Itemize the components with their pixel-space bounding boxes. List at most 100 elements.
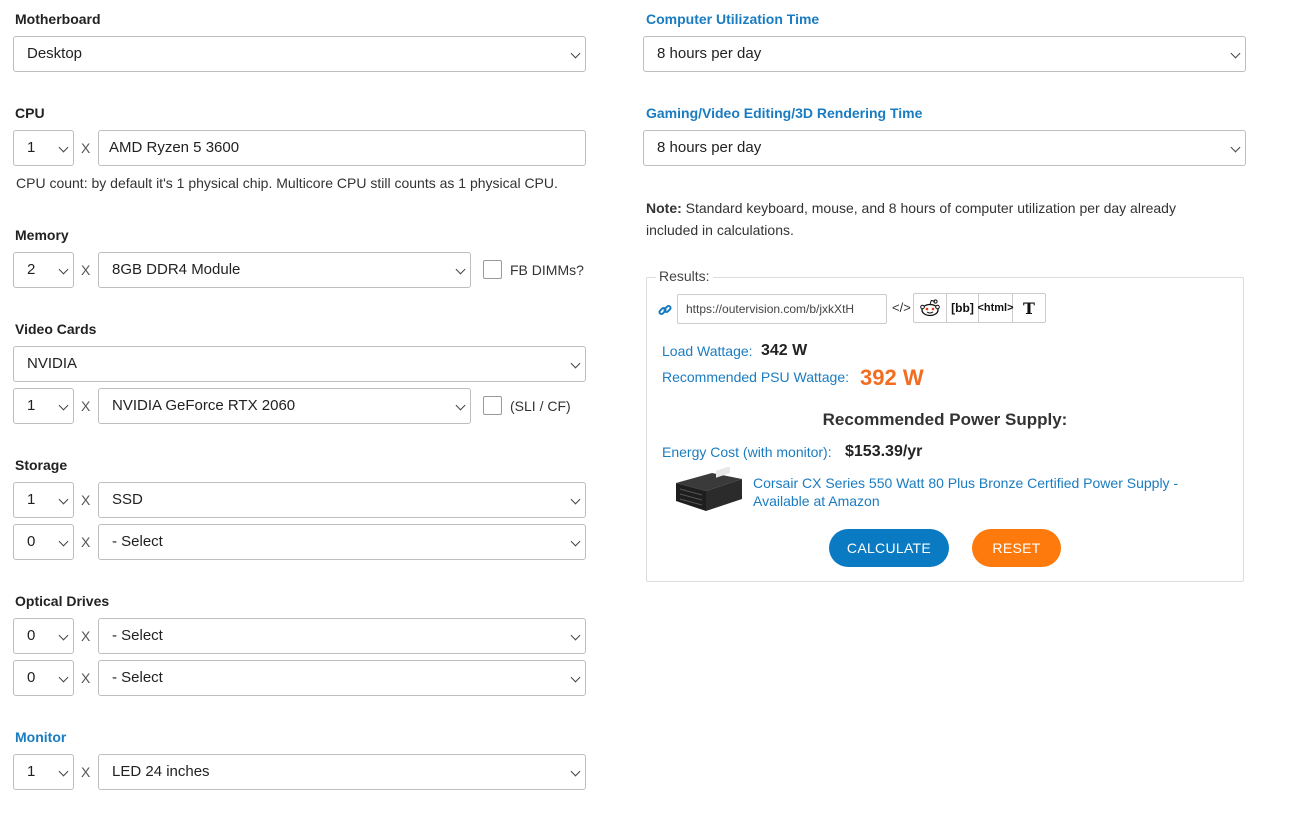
sli-checkbox[interactable] — [483, 396, 502, 415]
optical-value: - Select — [112, 669, 163, 686]
note-bold: Note: — [646, 200, 682, 216]
psu-wattage-label[interactable]: Recommended PSU Wattage: — [662, 369, 849, 385]
optical-select[interactable]: - Select — [98, 660, 586, 696]
chevron-down-icon — [58, 766, 69, 777]
chevron-down-icon — [570, 630, 581, 641]
power-supply-image[interactable] — [672, 466, 744, 518]
storage-value: SSD — [112, 491, 143, 508]
share-url-input[interactable]: https://outervision.com/b/jxkXtH — [677, 294, 887, 324]
results-legend: Results: — [656, 268, 713, 284]
note-line1: Standard keyboard, mouse, and 8 hours of… — [681, 200, 1176, 216]
psu-wattage-value: 392 W — [860, 365, 924, 390]
times-symbol: X — [81, 628, 91, 644]
cpu-value: AMD Ryzen 5 3600 — [109, 139, 240, 156]
video-card-select[interactable]: NVIDIA GeForce RTX 2060 — [98, 388, 471, 424]
monitor-count-select[interactable]: 1 — [13, 754, 74, 790]
storage-count-select[interactable]: 0 — [13, 524, 74, 560]
text-icon[interactable]: T — [1013, 294, 1045, 322]
share-icon-bar: [bb] <html> T — [913, 293, 1046, 323]
motherboard-label: Motherboard — [15, 11, 101, 27]
product-link-line1: Corsair CX Series 550 Watt 80 Plus Bronz… — [753, 475, 1179, 491]
times-symbol: X — [81, 764, 91, 780]
motherboard-select[interactable]: Desktop — [13, 36, 586, 72]
storage-value: - Select — [112, 533, 163, 550]
note-text: Note: Standard keyboard, mouse, and 8 ho… — [646, 197, 1246, 241]
recommended-psu-heading: Recommended Power Supply: — [822, 410, 1068, 429]
html-code-icon[interactable]: <html> — [977, 294, 1014, 322]
storage-count-select[interactable]: 1 — [13, 482, 74, 518]
memory-count-select[interactable]: 2 — [13, 252, 74, 288]
sli-label: (SLI / CF) — [510, 398, 571, 414]
chevron-down-icon — [455, 264, 466, 275]
storage-label: Storage — [15, 457, 68, 473]
fb-dimms-label: FB DIMMs? — [510, 262, 584, 278]
optical-count-value: 0 — [27, 669, 36, 686]
load-wattage-label[interactable]: Load Wattage: — [662, 343, 753, 359]
calculate-button[interactable]: CALCULATE — [829, 529, 949, 567]
chevron-down-icon — [1230, 48, 1241, 59]
memory-value: 8GB DDR4 Module — [112, 261, 241, 278]
chevron-down-icon — [58, 672, 69, 683]
video-card-value: NVIDIA GeForce RTX 2060 — [112, 397, 296, 414]
chevron-down-icon — [58, 630, 69, 641]
cpu-note: CPU count: by default it's 1 physical ch… — [16, 175, 558, 191]
util-time-select[interactable]: 8 hours per day — [643, 36, 1246, 72]
times-symbol: X — [81, 262, 91, 278]
cpu-count-select[interactable]: 1 — [13, 130, 74, 166]
product-link-line2: Available at Amazon — [753, 493, 880, 509]
link-icon[interactable] — [657, 302, 673, 323]
times-symbol: X — [81, 140, 91, 156]
optical-label: Optical Drives — [15, 593, 110, 609]
chevron-down-icon — [570, 766, 581, 777]
video-label: Video Cards — [15, 321, 97, 337]
optical-value: - Select — [112, 627, 163, 644]
product-link[interactable]: Corsair CX Series 550 Watt 80 Plus Bronz… — [753, 474, 1178, 510]
storage-select[interactable]: - Select — [98, 524, 586, 560]
bbcode-icon[interactable]: [bb] — [947, 294, 979, 322]
monitor-label[interactable]: Monitor — [15, 729, 66, 745]
chevron-down-icon — [58, 400, 69, 411]
memory-label: Memory — [15, 227, 69, 243]
storage-select[interactable]: SSD — [98, 482, 586, 518]
storage-count-value: 1 — [27, 491, 36, 508]
memory-select[interactable]: 8GB DDR4 Module — [98, 252, 471, 288]
gaming-time-label[interactable]: Gaming/Video Editing/3D Rendering Time — [646, 105, 922, 121]
storage-count-value: 0 — [27, 533, 36, 550]
optical-count-select[interactable]: 0 — [13, 618, 74, 654]
times-symbol: X — [81, 398, 91, 414]
chevron-down-icon — [570, 48, 581, 59]
reset-button[interactable]: RESET — [972, 529, 1061, 567]
video-brand-select[interactable]: NVIDIA — [13, 346, 586, 382]
util-time-value: 8 hours per day — [657, 45, 762, 62]
cpu-input[interactable]: AMD Ryzen 5 3600 — [98, 130, 586, 166]
chevron-down-icon — [58, 142, 69, 153]
load-wattage-value: 342 W — [761, 342, 808, 359]
gaming-time-value: 8 hours per day — [657, 139, 762, 156]
gaming-time-select[interactable]: 8 hours per day — [643, 130, 1246, 166]
optical-select[interactable]: - Select — [98, 618, 586, 654]
chevron-down-icon — [570, 672, 581, 683]
video-brand-value: NVIDIA — [27, 355, 78, 372]
chevron-down-icon — [570, 536, 581, 547]
chevron-down-icon — [58, 264, 69, 275]
embed-code-icon[interactable]: </> — [892, 300, 911, 315]
note-line2: included in calculations. — [646, 222, 794, 238]
monitor-select[interactable]: LED 24 inches — [98, 754, 586, 790]
chevron-down-icon — [58, 494, 69, 505]
optical-count-select[interactable]: 0 — [13, 660, 74, 696]
fb-dimms-checkbox[interactable] — [483, 260, 502, 279]
motherboard-value: Desktop — [27, 45, 83, 62]
energy-cost-label[interactable]: Energy Cost (with monitor): — [662, 444, 832, 460]
times-symbol: X — [81, 670, 91, 686]
chevron-down-icon — [1230, 142, 1241, 153]
util-time-label[interactable]: Computer Utilization Time — [646, 11, 819, 27]
video-count-value: 1 — [27, 397, 36, 414]
optical-count-value: 0 — [27, 627, 36, 644]
chevron-down-icon — [455, 400, 466, 411]
reddit-icon[interactable] — [914, 294, 947, 322]
monitor-value: LED 24 inches — [112, 763, 210, 780]
monitor-count-value: 1 — [27, 763, 36, 780]
chevron-down-icon — [570, 494, 581, 505]
video-count-select[interactable]: 1 — [13, 388, 74, 424]
energy-cost-value: $153.39/yr — [845, 443, 923, 460]
